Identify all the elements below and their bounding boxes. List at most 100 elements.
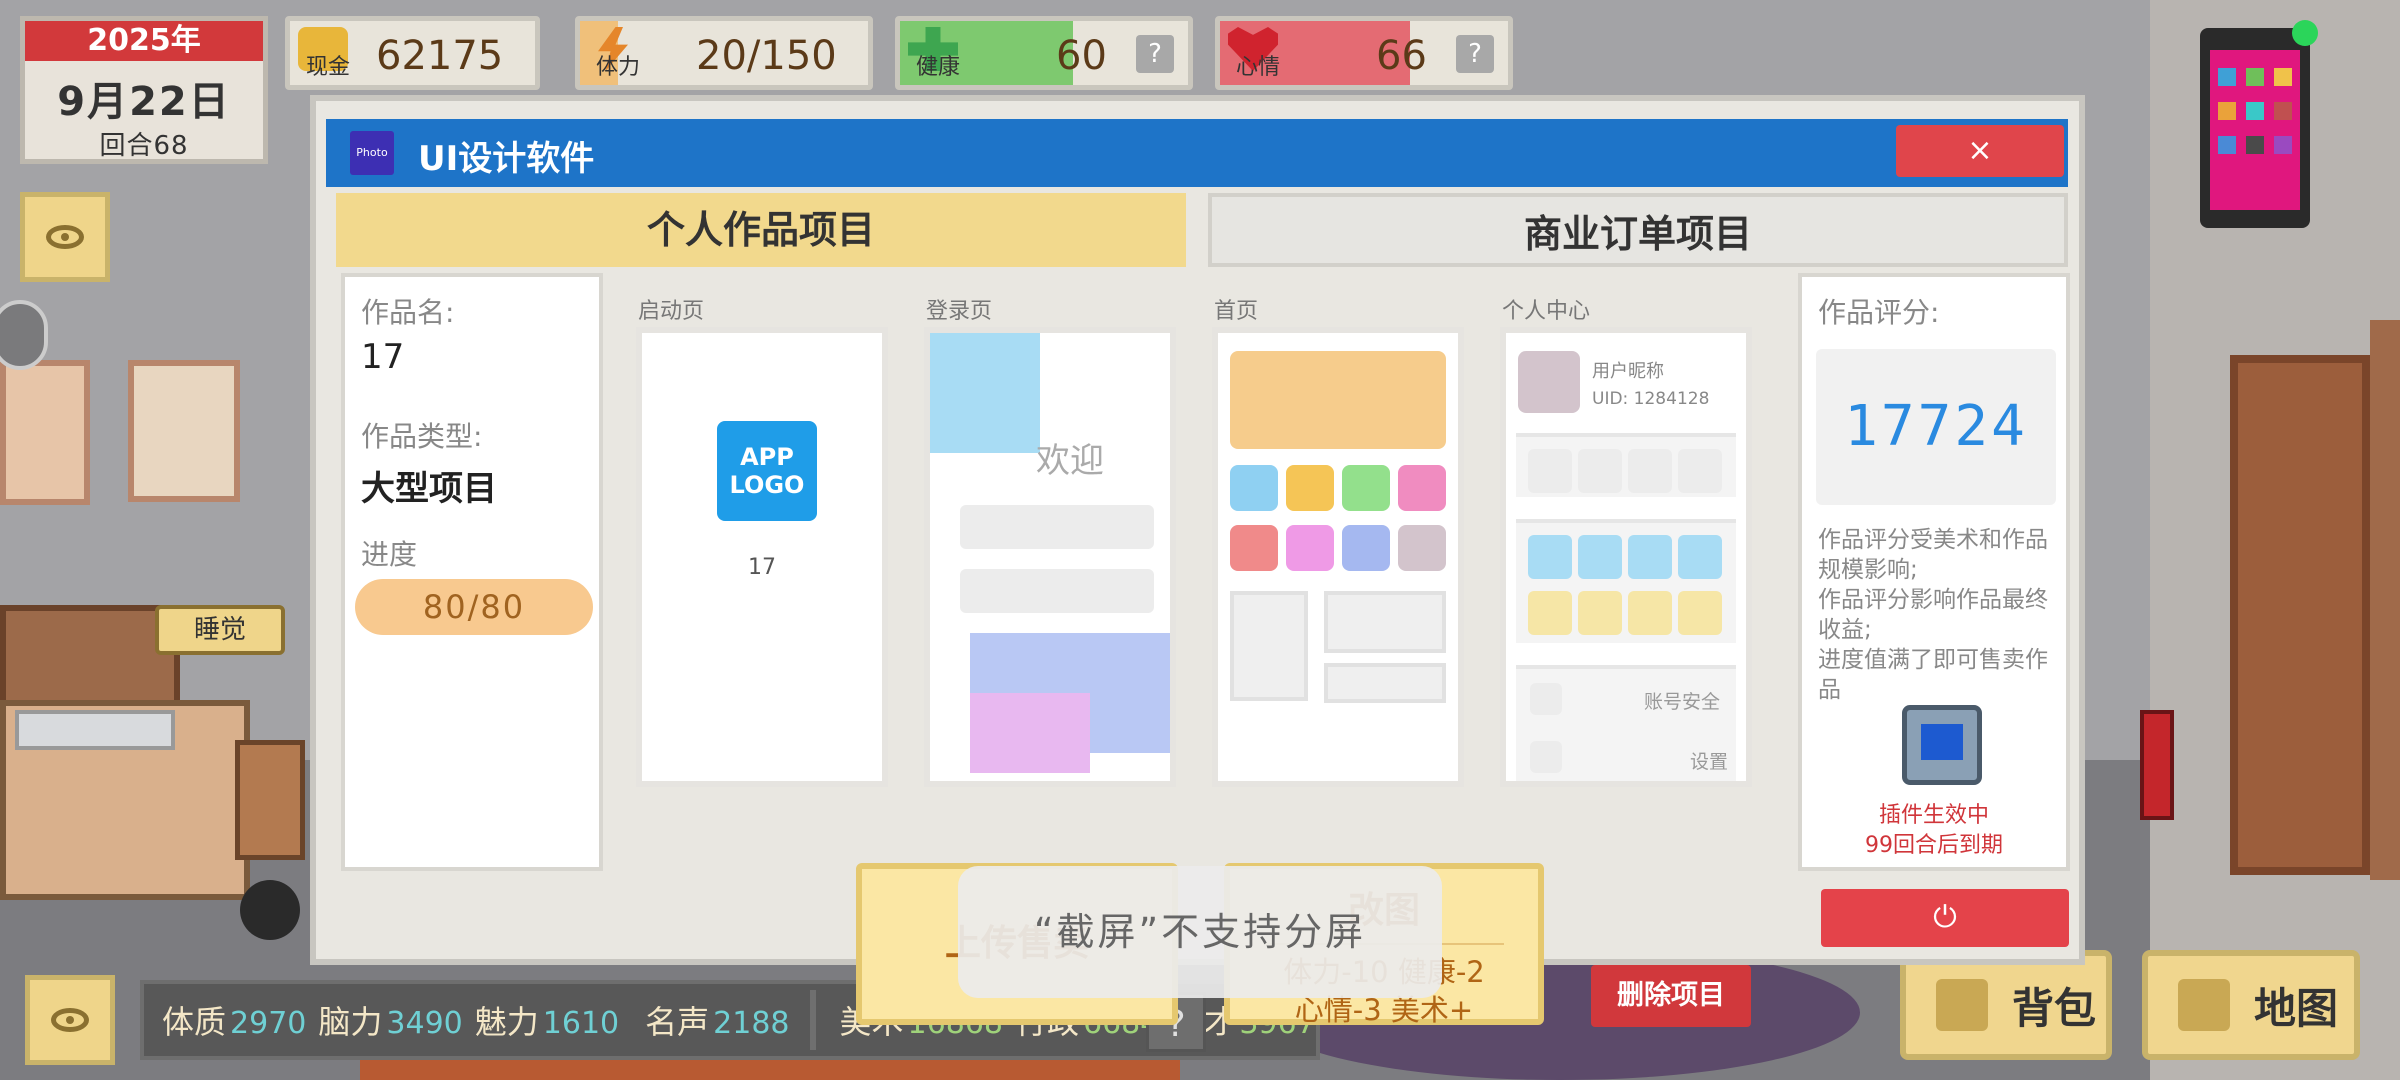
attribute-view-toggle[interactable]	[25, 975, 115, 1065]
phone-app-icon	[2218, 68, 2236, 86]
profile-row-icon	[1678, 591, 1722, 635]
login-welcome-text: 欢迎	[1036, 441, 1104, 481]
phone-button[interactable]	[2200, 20, 2318, 228]
date-day: 9月22日	[57, 79, 231, 125]
plugin-chip-icon	[1902, 705, 1982, 785]
app-logo-icon: APP LOGO	[717, 421, 817, 521]
delete-project-button[interactable]: 删除项目	[1591, 965, 1751, 1027]
map-icon	[2178, 979, 2230, 1031]
profile-row-icon	[1628, 535, 1672, 579]
room-door[interactable]	[2230, 355, 2370, 875]
wall-picture-plant	[0, 360, 90, 505]
profile-uid: UID: 1284128	[1592, 389, 1710, 409]
close-button[interactable]: ×	[1896, 125, 2064, 177]
home-card	[1324, 591, 1446, 653]
project-info-panel: 作品名: 17 作品类型: 大型项目 进度 80/80	[341, 273, 603, 871]
mood-value: 66	[1376, 33, 1427, 79]
phone-app-icon	[2274, 102, 2292, 120]
date-panel: 2025年 9月22日 回合68	[20, 16, 268, 164]
splash-caption: 17	[748, 555, 776, 580]
health-value: 60	[1056, 33, 1107, 79]
stamina-label: 体力	[596, 55, 641, 80]
profile-row	[1516, 433, 1736, 497]
bag-label: 背包	[2012, 983, 2097, 1033]
home-icon-tile	[1342, 465, 1390, 511]
profile-row-icon	[1628, 449, 1672, 493]
mood-help-button[interactable]: ?	[1456, 35, 1494, 73]
cash-value: 62175	[376, 33, 504, 79]
phone-app-icon	[2274, 136, 2292, 154]
tab-personal-projects[interactable]: 个人作品项目	[336, 193, 1186, 267]
splash-screen-label: 启动页	[638, 299, 705, 324]
profile-row-icon	[1678, 535, 1722, 579]
plugin-status: 插件生效中 99回合后到期	[1865, 803, 2003, 858]
cash-stat: 现金 62175	[285, 16, 540, 90]
settings-row-icon	[1530, 741, 1562, 773]
dialog-title-bar: Photo UI设计软件 ×	[326, 119, 2068, 187]
phone-notification-dot	[2292, 20, 2318, 46]
score-panel: 作品评分: 17724 作品评分受美术和作品规模影响; 作品评分影响作品最终收益…	[1798, 273, 2070, 871]
round-counter: 回合68	[99, 131, 189, 161]
view-toggle-button[interactable]	[20, 192, 110, 282]
home-card	[1230, 591, 1308, 701]
wall-picture-portrait	[128, 360, 240, 502]
login-screen-mockup: 欢迎	[924, 327, 1176, 787]
profile-row-icon	[1528, 449, 1572, 493]
fire-extinguisher	[2140, 710, 2174, 820]
health-label: 健康	[916, 55, 961, 80]
profile-row-icon	[1578, 535, 1622, 579]
bag-button[interactable]: 背包	[1900, 950, 2112, 1060]
phone-app-icon	[2218, 102, 2236, 120]
profile-row	[1516, 519, 1736, 643]
profile-row-icon	[1628, 591, 1672, 635]
home-screen-label: 首页	[1214, 299, 1259, 324]
login-screen-label: 登录页	[926, 299, 993, 324]
login-gradient-accent	[970, 693, 1090, 773]
home-icon-tile	[1342, 525, 1390, 571]
score-description: 作品评分受美术和作品规模影响; 作品评分影响作品最终收益; 进度值满了即可售卖作…	[1818, 527, 2048, 703]
phone-app-icon	[2246, 68, 2264, 86]
progress-value: 80/80	[355, 579, 593, 635]
sleep-button[interactable]: 睡觉	[155, 605, 285, 655]
login-username-field	[960, 505, 1154, 549]
profile-row-icon	[1678, 449, 1722, 493]
bag-icon	[1936, 979, 1988, 1031]
mood-stat: 心情 66 ?	[1215, 16, 1513, 90]
attr-charm: 魅力 1610	[474, 1003, 620, 1041]
home-icon-tile	[1286, 525, 1334, 571]
profile-screen-mockup: 用户昵称 UID: 1284128 账号安全 设置	[1500, 327, 1752, 787]
health-stat: 健康 60 ?	[895, 16, 1193, 90]
map-button[interactable]: 地图	[2142, 950, 2360, 1060]
score-label: 作品评分:	[1818, 296, 1940, 329]
home-icon-tile	[1398, 465, 1446, 511]
security-row-icon	[1530, 683, 1562, 715]
health-help-button[interactable]: ?	[1136, 35, 1174, 73]
nightstand	[235, 740, 305, 860]
pause-handle[interactable]	[0, 300, 48, 370]
home-icon-tile	[1230, 465, 1278, 511]
profile-row-settings: 设置	[1690, 751, 1729, 773]
project-name-label: 作品名:	[361, 296, 455, 329]
eye-icon	[51, 1008, 89, 1032]
eye-icon	[46, 225, 84, 249]
home-card	[1324, 663, 1446, 703]
stamina-value: 20/150	[696, 33, 837, 79]
ui-design-software-dialog: Photo UI设计软件 × 个人作品项目 商业订单项目 作品名: 17 作品类…	[310, 95, 2085, 1027]
dialog-title: UI设计软件	[418, 139, 595, 179]
power-icon[interactable]: ⏻	[1821, 889, 2069, 947]
date-year: 2025年	[25, 21, 263, 61]
tab-commercial-orders[interactable]: 商业订单项目	[1208, 193, 2068, 267]
phone-app-icon	[2246, 102, 2264, 120]
project-type-label: 作品类型:	[361, 420, 483, 453]
phone-screen	[2210, 50, 2300, 210]
profile-nickname: 用户昵称	[1592, 361, 1664, 382]
cash-label: 现金	[306, 55, 351, 80]
phone-app-icon	[2218, 136, 2236, 154]
room-door-frame	[2370, 320, 2400, 880]
design-screens: 启动页 APP LOGO 17 登录页 欢迎 首页 个人中心 用户昵称 UID:…	[616, 273, 1766, 1027]
profile-settings-list: 账号安全 设置	[1516, 665, 1736, 781]
home-banner	[1230, 351, 1446, 449]
attr-divider	[809, 990, 816, 1050]
photo-app-icon: Photo	[350, 131, 394, 175]
home-icon-tile	[1398, 525, 1446, 571]
